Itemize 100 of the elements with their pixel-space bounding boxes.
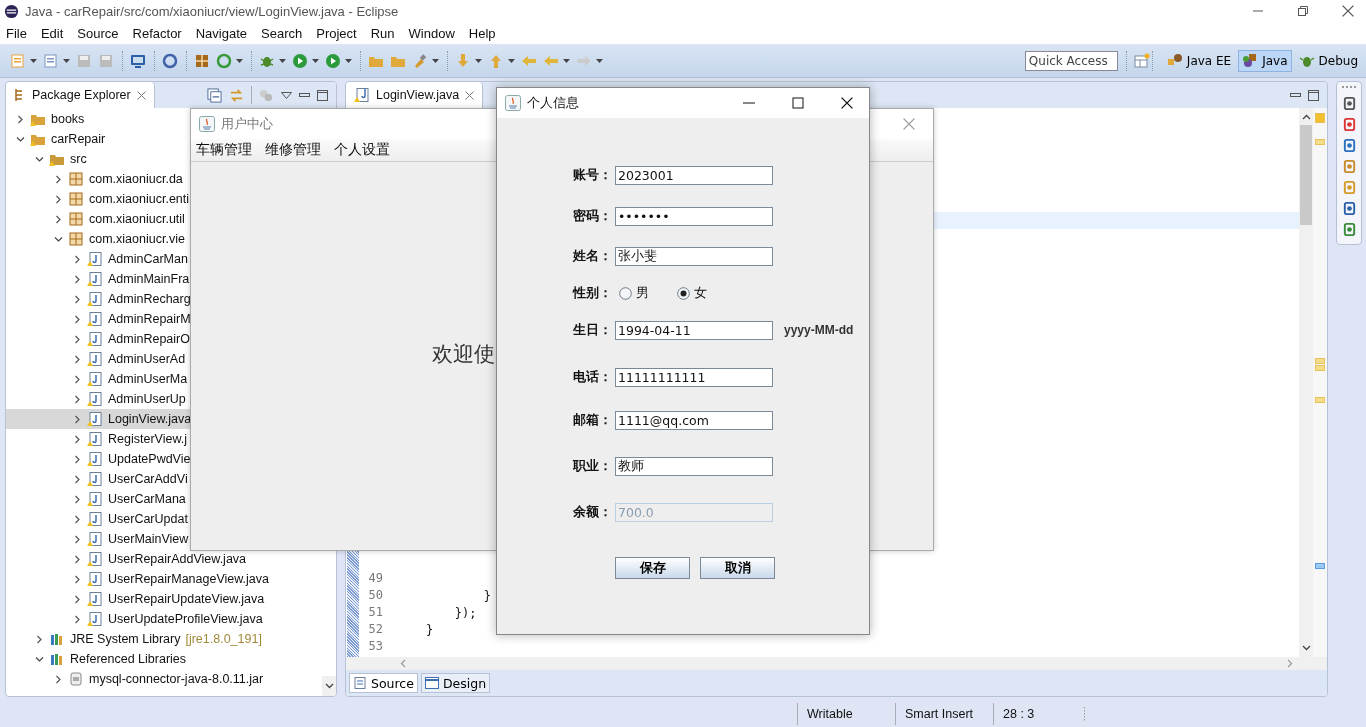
- tree-item[interactable]: books: [6, 109, 87, 129]
- menu-item[interactable]: Help: [468, 25, 496, 41]
- dropdown-arrow-icon[interactable]: [345, 59, 352, 63]
- tree-item[interactable]: com.xiaoniucr.vie: [6, 229, 187, 249]
- tree-item[interactable]: AdminRepairO: [6, 329, 192, 349]
- input-field[interactable]: •••••••: [615, 206, 773, 226]
- line-number: 53: [367, 639, 384, 655]
- menu-item[interactable]: Run: [370, 25, 395, 41]
- dropdown-arrow-icon[interactable]: [432, 59, 439, 63]
- editor-mode-tab[interactable]: Design: [420, 673, 491, 693]
- close-icon[interactable]: [841, 97, 853, 109]
- tree-item[interactable]: com.xiaoniucr.util: [6, 209, 187, 229]
- radio-button[interactable]: [619, 286, 632, 300]
- tree-item[interactable]: AdminUserUp: [6, 389, 188, 409]
- java-logo-icon: [199, 116, 215, 132]
- tree-item[interactable]: carRepair: [6, 129, 108, 149]
- tree-item[interactable]: UserRepairUpdateView.java: [6, 589, 267, 609]
- tree-item[interactable]: AdminUserAd: [6, 349, 188, 369]
- dropdown-arrow-icon[interactable]: [312, 59, 319, 63]
- maximize-icon[interactable]: [317, 89, 328, 101]
- line-number: 49: [367, 571, 384, 587]
- run-icon[interactable]: [292, 53, 308, 69]
- dropdown-arrow-icon[interactable]: [279, 59, 286, 63]
- radio-button[interactable]: [677, 286, 690, 300]
- perspective-button[interactable]: Java: [1238, 50, 1292, 72]
- warning-marker: [1315, 113, 1325, 123]
- scroll-up-icon[interactable]: [1301, 114, 1311, 120]
- menu-item[interactable]: Refactor: [132, 25, 182, 41]
- perspective-button[interactable]: Java EE: [1162, 50, 1236, 72]
- scroll-down-icon[interactable]: [324, 683, 334, 689]
- quick-access-field[interactable]: Quick Access: [1024, 51, 1118, 71]
- menu-item[interactable]: Search: [261, 25, 303, 41]
- tree-item[interactable]: UserCarMana: [6, 489, 188, 509]
- menu-item[interactable]: 维修管理: [265, 141, 321, 159]
- menu-item[interactable]: Navigate: [195, 25, 247, 41]
- field-label: 职业：: [573, 457, 613, 475]
- collapse-all-icon[interactable]: [207, 87, 222, 103]
- tree-item[interactable]: mysql-connector-java-8.0.11.jar: [6, 669, 266, 689]
- tree-item[interactable]: UserMainView: [6, 529, 191, 549]
- tree-item[interactable]: UserCarAddVi: [6, 469, 190, 489]
- menu-item[interactable]: Source: [77, 25, 119, 41]
- tree-item[interactable]: UserRepairAddView.java: [6, 549, 249, 569]
- field-label: 姓名：: [573, 247, 613, 265]
- dropdown-arrow-icon[interactable]: [236, 59, 243, 63]
- dropdown-arrow-icon[interactable]: [30, 59, 37, 63]
- editor-tab[interactable]: LoginView.java: [346, 82, 484, 108]
- dropdown-arrow-icon[interactable]: [508, 59, 515, 63]
- tree-item[interactable]: AdminCarMan: [6, 249, 190, 269]
- dialog-button[interactable]: 取消: [700, 557, 775, 579]
- tree-item[interactable]: UserCarUpdat: [6, 509, 190, 529]
- close-icon[interactable]: [1342, 5, 1354, 17]
- tree-item[interactable]: RegisterView.j: [6, 429, 189, 449]
- tree-item[interactable]: Referenced Libraries: [6, 649, 189, 669]
- tree-item[interactable]: JRE System Library [jre1.8.0_191]: [6, 629, 264, 649]
- new-class-icon[interactable]: [43, 53, 59, 69]
- tree-item[interactable]: src: [6, 149, 89, 169]
- tree-item[interactable]: AdminUserMa: [6, 369, 190, 389]
- radio-option[interactable]: 女: [677, 284, 707, 302]
- tree-item[interactable]: AdminRecharg: [6, 289, 193, 309]
- tree-item[interactable]: UserRepairManageView.java: [6, 569, 271, 589]
- tree-item[interactable]: UpdatePwdVie: [6, 449, 193, 469]
- radio-option[interactable]: 男: [619, 284, 649, 302]
- input-field[interactable]: 1111@qq.com: [615, 410, 773, 430]
- dropdown-arrow-icon[interactable]: [596, 59, 603, 63]
- tree-item[interactable]: AdminMainFra: [6, 269, 192, 289]
- menu-item[interactable]: 车辆管理: [196, 141, 252, 159]
- menu-item[interactable]: Window: [408, 25, 455, 41]
- input-field[interactable]: 2023001: [615, 165, 773, 185]
- dropdown-arrow-icon[interactable]: [563, 59, 570, 63]
- menu-item[interactable]: File: [6, 25, 27, 41]
- input-field[interactable]: 教师: [615, 456, 773, 476]
- java-file-icon: [87, 491, 103, 507]
- menu-item[interactable]: 个人设置: [334, 141, 390, 159]
- scrollbar[interactable]: [1299, 108, 1313, 657]
- books-icon: [49, 651, 65, 667]
- menu-item[interactable]: Project: [316, 25, 357, 41]
- tree-item[interactable]: AdminRepairM: [6, 309, 193, 329]
- input-field[interactable]: 1994-04-11: [615, 320, 773, 340]
- perspective-button[interactable]: Debug: [1294, 50, 1362, 72]
- menu-item[interactable]: Edit: [40, 25, 64, 41]
- dialog-button[interactable]: 保存: [615, 557, 690, 579]
- run-config-icon[interactable]: [325, 53, 341, 69]
- dropdown-arrow-icon[interactable]: [63, 59, 70, 63]
- editor-mode-tab[interactable]: Source: [349, 673, 418, 693]
- input-field[interactable]: 张小斐: [615, 246, 773, 266]
- scroll-down-icon[interactable]: [1301, 645, 1311, 651]
- maximize-icon[interactable]: [792, 97, 804, 109]
- code-line: }: [482, 589, 491, 603]
- view-menu-icon[interactable]: [281, 91, 292, 99]
- view-tab[interactable]: Package Explorer: [6, 82, 155, 108]
- scrollbar[interactable]: [322, 676, 336, 696]
- window-icon: [424, 677, 439, 689]
- java-file-icon: [87, 471, 103, 487]
- scrollbar-thumb[interactable]: [1300, 125, 1312, 225]
- maximize-icon[interactable]: [1308, 89, 1319, 101]
- dropdown-arrow-icon[interactable]: [475, 59, 482, 63]
- tree-item[interactable]: com.xiaoniucr.enti: [6, 189, 192, 209]
- tree-item[interactable]: UserUpdateProfileView.java: [6, 609, 265, 629]
- tree-item[interactable]: com.xiaoniucr.da: [6, 169, 185, 189]
- input-field[interactable]: 11111111111: [615, 367, 773, 387]
